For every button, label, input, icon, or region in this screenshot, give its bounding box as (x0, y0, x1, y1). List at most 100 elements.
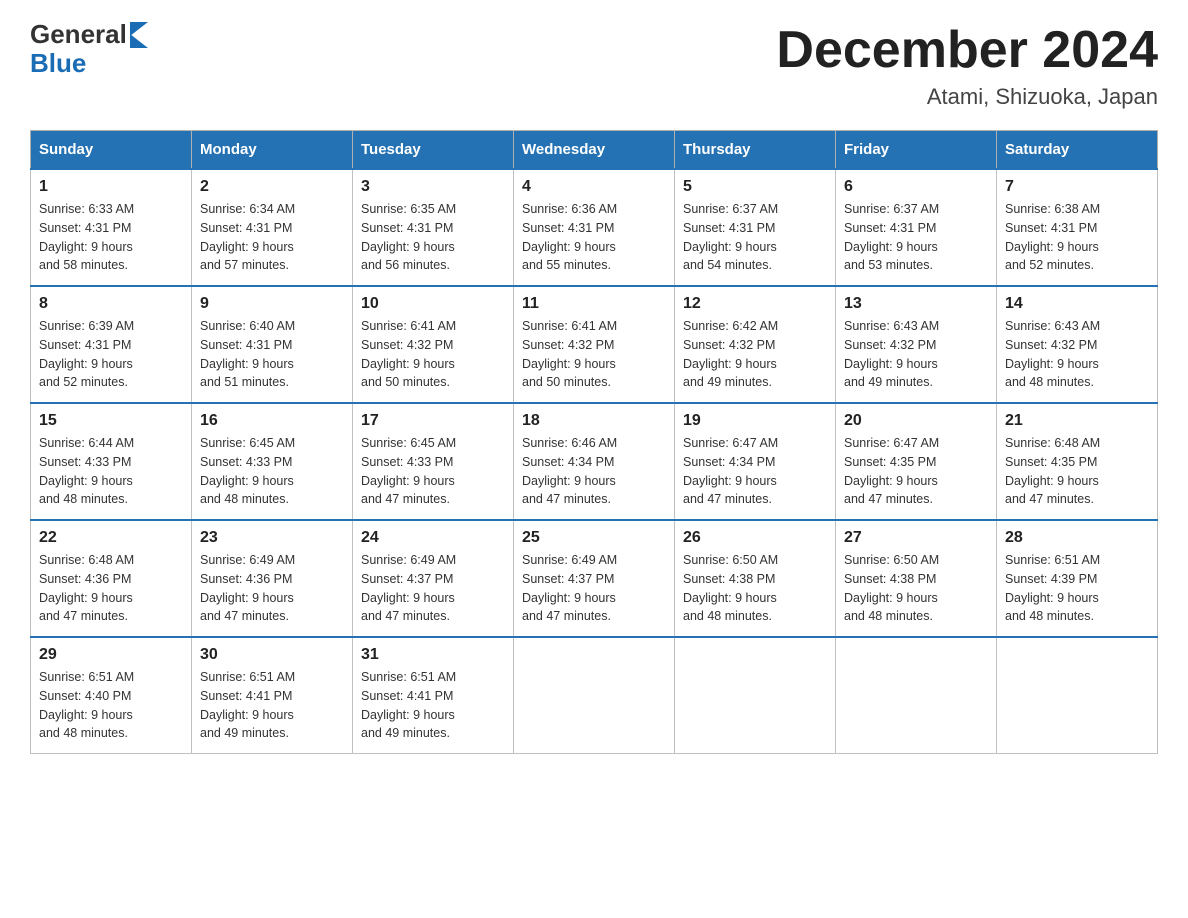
day-info: Sunrise: 6:45 AMSunset: 4:33 PMDaylight:… (200, 434, 344, 509)
calendar-header-row: SundayMondayTuesdayWednesdayThursdayFrid… (31, 131, 1158, 170)
weekday-header-sunday: Sunday (31, 131, 192, 170)
calendar-day-cell: 2 Sunrise: 6:34 AMSunset: 4:31 PMDayligh… (192, 169, 353, 286)
day-number: 4 (522, 178, 666, 196)
weekday-header-monday: Monday (192, 131, 353, 170)
day-info: Sunrise: 6:51 AMSunset: 4:41 PMDaylight:… (361, 668, 505, 743)
location: Atami, Shizuoka, Japan (776, 84, 1158, 110)
calendar-day-cell: 19 Sunrise: 6:47 AMSunset: 4:34 PMDaylig… (675, 403, 836, 520)
calendar-week-5: 29 Sunrise: 6:51 AMSunset: 4:40 PMDaylig… (31, 637, 1158, 754)
day-info: Sunrise: 6:51 AMSunset: 4:41 PMDaylight:… (200, 668, 344, 743)
calendar-day-cell: 9 Sunrise: 6:40 AMSunset: 4:31 PMDayligh… (192, 286, 353, 403)
day-number: 22 (39, 529, 183, 547)
day-info: Sunrise: 6:33 AMSunset: 4:31 PMDaylight:… (39, 200, 183, 275)
day-info: Sunrise: 6:43 AMSunset: 4:32 PMDaylight:… (844, 317, 988, 392)
calendar-day-cell: 31 Sunrise: 6:51 AMSunset: 4:41 PMDaylig… (353, 637, 514, 754)
calendar-day-cell: 4 Sunrise: 6:36 AMSunset: 4:31 PMDayligh… (514, 169, 675, 286)
calendar-day-cell: 24 Sunrise: 6:49 AMSunset: 4:37 PMDaylig… (353, 520, 514, 637)
day-info: Sunrise: 6:50 AMSunset: 4:38 PMDaylight:… (683, 551, 827, 626)
day-number: 31 (361, 646, 505, 664)
day-number: 14 (1005, 295, 1149, 313)
day-number: 21 (1005, 412, 1149, 430)
day-info: Sunrise: 6:51 AMSunset: 4:39 PMDaylight:… (1005, 551, 1149, 626)
calendar-day-cell: 20 Sunrise: 6:47 AMSunset: 4:35 PMDaylig… (836, 403, 997, 520)
calendar-day-cell (514, 637, 675, 754)
calendar-day-cell: 21 Sunrise: 6:48 AMSunset: 4:35 PMDaylig… (997, 403, 1158, 520)
day-info: Sunrise: 6:43 AMSunset: 4:32 PMDaylight:… (1005, 317, 1149, 392)
day-info: Sunrise: 6:49 AMSunset: 4:37 PMDaylight:… (522, 551, 666, 626)
day-info: Sunrise: 6:39 AMSunset: 4:31 PMDaylight:… (39, 317, 183, 392)
day-info: Sunrise: 6:49 AMSunset: 4:37 PMDaylight:… (361, 551, 505, 626)
calendar-day-cell (997, 637, 1158, 754)
weekday-header-tuesday: Tuesday (353, 131, 514, 170)
calendar-day-cell (836, 637, 997, 754)
day-info: Sunrise: 6:35 AMSunset: 4:31 PMDaylight:… (361, 200, 505, 275)
day-info: Sunrise: 6:38 AMSunset: 4:31 PMDaylight:… (1005, 200, 1149, 275)
day-info: Sunrise: 6:41 AMSunset: 4:32 PMDaylight:… (522, 317, 666, 392)
calendar-week-1: 1 Sunrise: 6:33 AMSunset: 4:31 PMDayligh… (31, 169, 1158, 286)
day-info: Sunrise: 6:36 AMSunset: 4:31 PMDaylight:… (522, 200, 666, 275)
calendar-day-cell: 12 Sunrise: 6:42 AMSunset: 4:32 PMDaylig… (675, 286, 836, 403)
day-number: 5 (683, 178, 827, 196)
calendar-day-cell: 16 Sunrise: 6:45 AMSunset: 4:33 PMDaylig… (192, 403, 353, 520)
day-number: 16 (200, 412, 344, 430)
day-number: 7 (1005, 178, 1149, 196)
day-number: 2 (200, 178, 344, 196)
calendar-day-cell: 14 Sunrise: 6:43 AMSunset: 4:32 PMDaylig… (997, 286, 1158, 403)
calendar-day-cell: 26 Sunrise: 6:50 AMSunset: 4:38 PMDaylig… (675, 520, 836, 637)
calendar-day-cell: 30 Sunrise: 6:51 AMSunset: 4:41 PMDaylig… (192, 637, 353, 754)
calendar-day-cell: 25 Sunrise: 6:49 AMSunset: 4:37 PMDaylig… (514, 520, 675, 637)
day-info: Sunrise: 6:40 AMSunset: 4:31 PMDaylight:… (200, 317, 344, 392)
day-info: Sunrise: 6:46 AMSunset: 4:34 PMDaylight:… (522, 434, 666, 509)
day-number: 15 (39, 412, 183, 430)
calendar-week-3: 15 Sunrise: 6:44 AMSunset: 4:33 PMDaylig… (31, 403, 1158, 520)
calendar-day-cell: 28 Sunrise: 6:51 AMSunset: 4:39 PMDaylig… (997, 520, 1158, 637)
calendar-day-cell: 7 Sunrise: 6:38 AMSunset: 4:31 PMDayligh… (997, 169, 1158, 286)
day-number: 10 (361, 295, 505, 313)
day-number: 1 (39, 178, 183, 196)
calendar-day-cell: 23 Sunrise: 6:49 AMSunset: 4:36 PMDaylig… (192, 520, 353, 637)
day-info: Sunrise: 6:47 AMSunset: 4:35 PMDaylight:… (844, 434, 988, 509)
day-number: 23 (200, 529, 344, 547)
day-info: Sunrise: 6:37 AMSunset: 4:31 PMDaylight:… (844, 200, 988, 275)
day-info: Sunrise: 6:50 AMSunset: 4:38 PMDaylight:… (844, 551, 988, 626)
logo-text-blue: Blue (30, 49, 86, 78)
calendar-day-cell: 29 Sunrise: 6:51 AMSunset: 4:40 PMDaylig… (31, 637, 192, 754)
day-info: Sunrise: 6:44 AMSunset: 4:33 PMDaylight:… (39, 434, 183, 509)
calendar-day-cell: 27 Sunrise: 6:50 AMSunset: 4:38 PMDaylig… (836, 520, 997, 637)
day-info: Sunrise: 6:49 AMSunset: 4:36 PMDaylight:… (200, 551, 344, 626)
day-number: 19 (683, 412, 827, 430)
day-info: Sunrise: 6:45 AMSunset: 4:33 PMDaylight:… (361, 434, 505, 509)
calendar-day-cell: 8 Sunrise: 6:39 AMSunset: 4:31 PMDayligh… (31, 286, 192, 403)
page-header: General Blue December 2024 Atami, Shizuo… (30, 20, 1158, 110)
calendar-day-cell: 1 Sunrise: 6:33 AMSunset: 4:31 PMDayligh… (31, 169, 192, 286)
weekday-header-friday: Friday (836, 131, 997, 170)
day-number: 20 (844, 412, 988, 430)
logo-text-general: General (30, 20, 127, 49)
day-info: Sunrise: 6:42 AMSunset: 4:32 PMDaylight:… (683, 317, 827, 392)
day-number: 18 (522, 412, 666, 430)
day-number: 12 (683, 295, 827, 313)
day-info: Sunrise: 6:34 AMSunset: 4:31 PMDaylight:… (200, 200, 344, 275)
day-info: Sunrise: 6:48 AMSunset: 4:35 PMDaylight:… (1005, 434, 1149, 509)
calendar-day-cell (675, 637, 836, 754)
day-info: Sunrise: 6:48 AMSunset: 4:36 PMDaylight:… (39, 551, 183, 626)
title-block: December 2024 Atami, Shizuoka, Japan (776, 20, 1158, 110)
day-info: Sunrise: 6:41 AMSunset: 4:32 PMDaylight:… (361, 317, 505, 392)
calendar-day-cell: 17 Sunrise: 6:45 AMSunset: 4:33 PMDaylig… (353, 403, 514, 520)
calendar-day-cell: 6 Sunrise: 6:37 AMSunset: 4:31 PMDayligh… (836, 169, 997, 286)
logo: General Blue (30, 20, 148, 77)
day-number: 17 (361, 412, 505, 430)
calendar-week-4: 22 Sunrise: 6:48 AMSunset: 4:36 PMDaylig… (31, 520, 1158, 637)
day-number: 28 (1005, 529, 1149, 547)
day-number: 11 (522, 295, 666, 313)
day-number: 30 (200, 646, 344, 664)
day-number: 27 (844, 529, 988, 547)
calendar-day-cell: 13 Sunrise: 6:43 AMSunset: 4:32 PMDaylig… (836, 286, 997, 403)
calendar-week-2: 8 Sunrise: 6:39 AMSunset: 4:31 PMDayligh… (31, 286, 1158, 403)
day-info: Sunrise: 6:47 AMSunset: 4:34 PMDaylight:… (683, 434, 827, 509)
weekday-header-thursday: Thursday (675, 131, 836, 170)
day-number: 9 (200, 295, 344, 313)
calendar-day-cell: 5 Sunrise: 6:37 AMSunset: 4:31 PMDayligh… (675, 169, 836, 286)
day-number: 26 (683, 529, 827, 547)
day-number: 3 (361, 178, 505, 196)
